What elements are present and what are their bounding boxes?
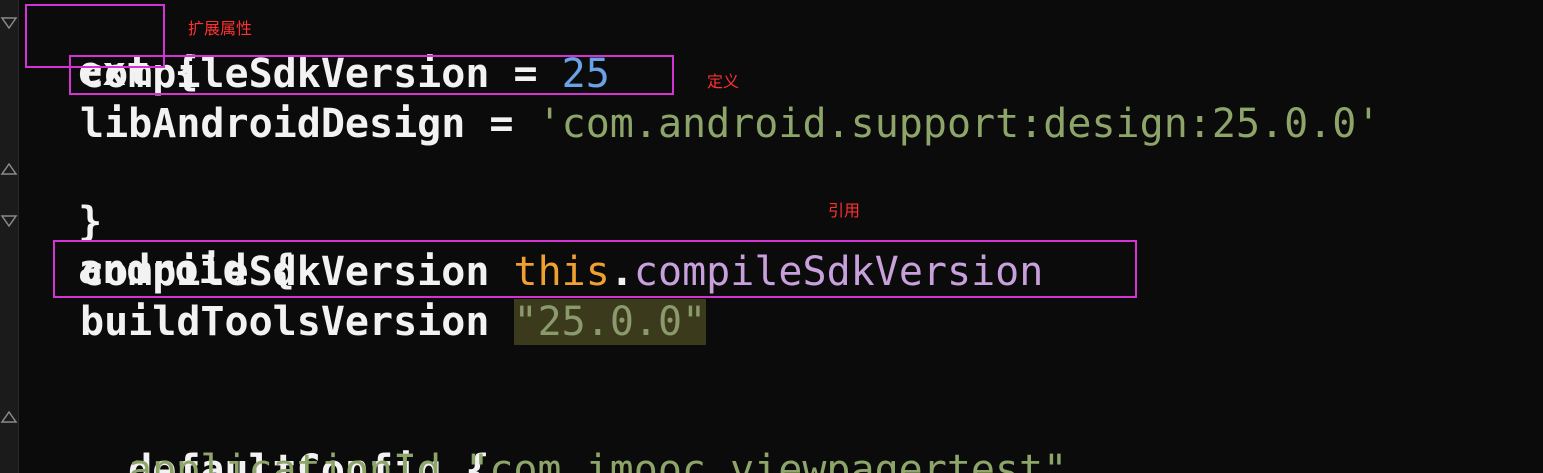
fold-close-icon[interactable] [0, 160, 18, 178]
code-var-name: libAndroidDesign [80, 101, 466, 147]
fold-open-icon[interactable] [0, 212, 18, 230]
editor-gutter [0, 0, 19, 473]
code-line-android: android { [30, 198, 295, 293]
code-operator: = [465, 101, 538, 147]
code-editor-screenshot: { "code_lines": { "l1": { "text": "ext {… [0, 0, 1543, 473]
code-var-name: applicationId [128, 447, 442, 473]
code-line-build-tools: buildToolsVersion "25.0.0" [80, 298, 707, 346]
code-line-lib-android-design: libAndroidDesign = 'com.android.support:… [80, 100, 1380, 148]
fold-open-icon[interactable] [0, 408, 18, 426]
code-line-application-id: applicationId "com.imooc.viewpagertest" [128, 446, 1067, 473]
annotation-label-define: 定义 [707, 72, 740, 91]
code-line-default-config: defaultConfig { [80, 398, 489, 473]
code-var-name: buildToolsVersion [80, 299, 490, 345]
code-string-value: 'com.android.support:design:25.0.0' [537, 101, 1381, 147]
annotation-box-define [69, 55, 674, 95]
code-string-value: "com.imooc.viewpagertest" [465, 447, 1068, 473]
annotation-box-reference [53, 240, 1137, 298]
annotation-label-reference: 引用 [828, 201, 861, 220]
fold-open-icon[interactable] [0, 14, 18, 32]
annotation-label-ext: 扩展属性 [188, 19, 253, 38]
code-highlighted-string: "25.0.0" [513, 299, 707, 345]
code-line-ext-close: } [30, 150, 102, 245]
